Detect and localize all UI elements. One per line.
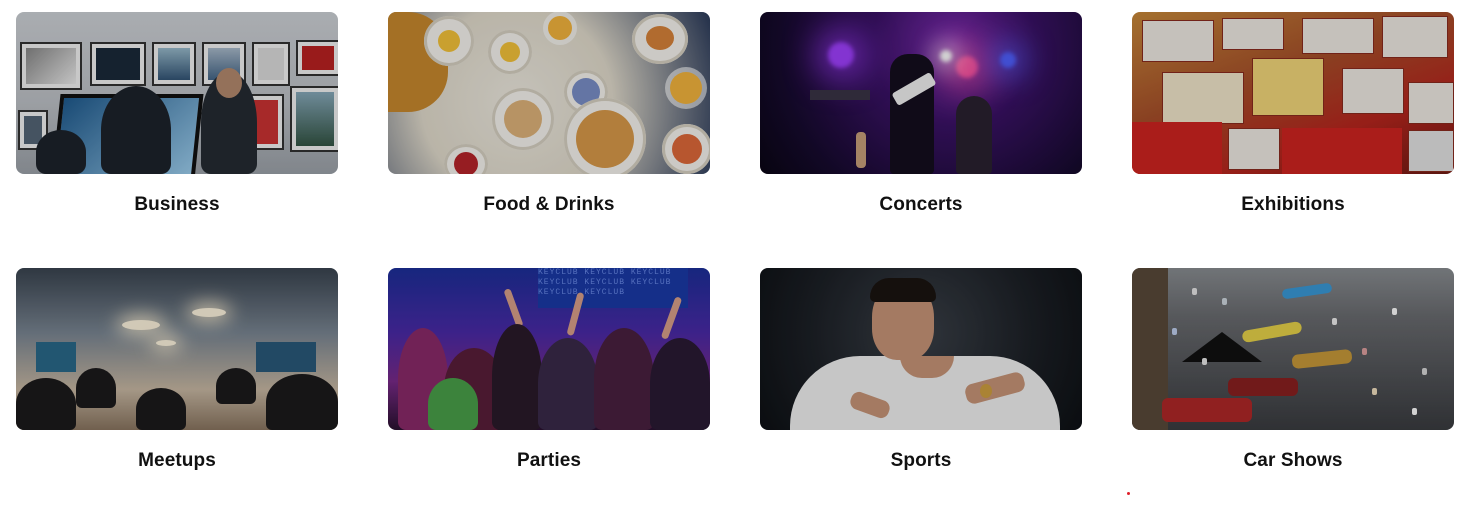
category-image-car-shows[interactable] xyxy=(1132,268,1454,430)
category-image-parties[interactable]: KEYCLUB KEYCLUB KEYCLUB KEYCLUB KEYCLUB … xyxy=(388,268,710,430)
category-card-exhibitions[interactable]: Exhibitions xyxy=(1132,12,1454,268)
category-label: Car Shows xyxy=(1243,450,1343,471)
category-label: Meetups xyxy=(138,450,216,471)
category-label: Concerts xyxy=(879,194,963,215)
category-image-meetups[interactable] xyxy=(16,268,338,430)
red-dot xyxy=(1127,492,1130,495)
category-card-concerts[interactable]: Concerts xyxy=(760,12,1082,268)
category-card-meetups[interactable]: Meetups xyxy=(16,268,338,524)
category-card-food-drinks[interactable]: Food & Drinks xyxy=(388,12,710,268)
category-card-parties[interactable]: KEYCLUB KEYCLUB KEYCLUB KEYCLUB KEYCLUB … xyxy=(388,268,710,524)
category-label: Parties xyxy=(516,450,582,471)
category-image-concerts[interactable] xyxy=(760,12,1082,174)
category-image-business[interactable] xyxy=(16,12,338,174)
category-image-exhibitions[interactable] xyxy=(1132,12,1454,174)
category-label: Business xyxy=(134,194,220,215)
category-grid: Business Food & Drinks Concerts Exhibiti… xyxy=(16,12,1454,524)
category-image-sports[interactable] xyxy=(760,268,1082,430)
category-label: Food & Drinks xyxy=(483,194,615,215)
category-card-business[interactable]: Business xyxy=(16,12,338,268)
category-card-sports[interactable]: Sports xyxy=(760,268,1082,524)
category-card-car-shows[interactable]: Car Shows xyxy=(1132,268,1454,524)
category-label: Sports xyxy=(890,450,952,471)
category-label: Exhibitions xyxy=(1241,194,1345,215)
category-image-food-drinks[interactable] xyxy=(388,12,710,174)
